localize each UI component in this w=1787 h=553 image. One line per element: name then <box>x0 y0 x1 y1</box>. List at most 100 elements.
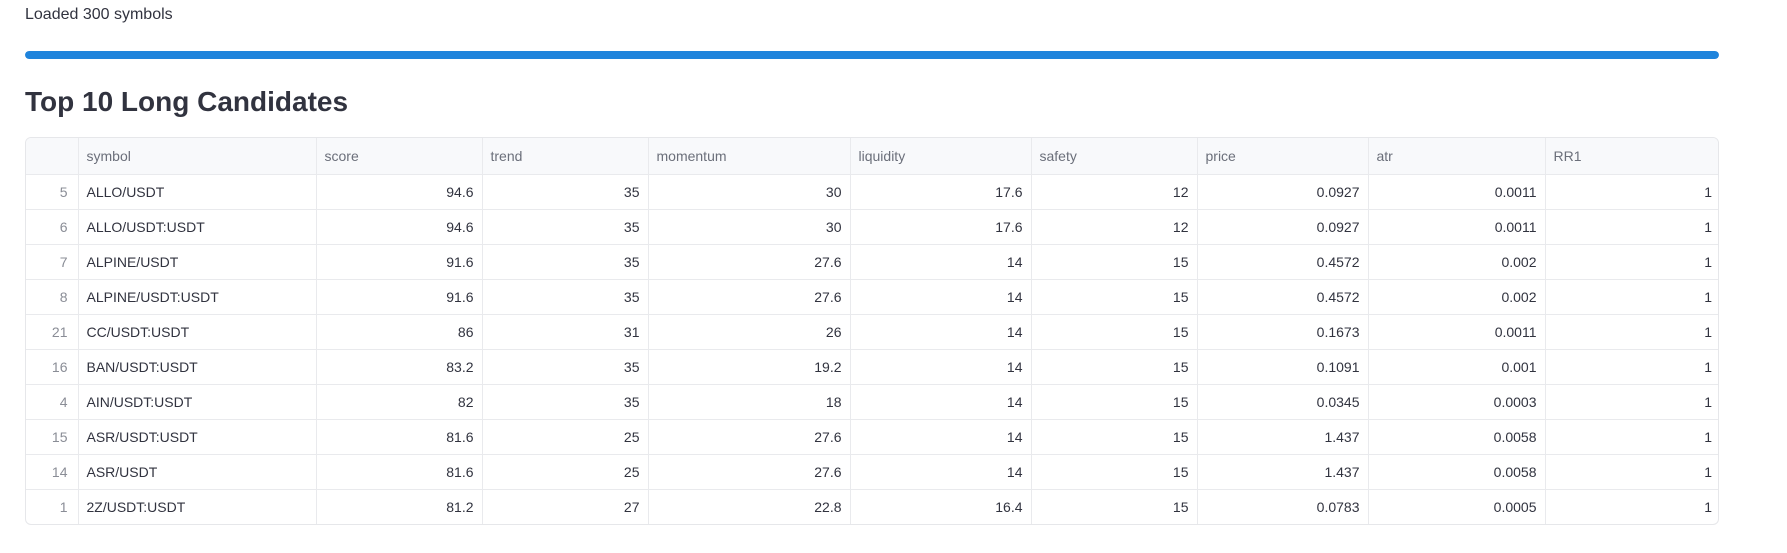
cell-symbol[interactable]: ALLO/USDT:USDT <box>78 209 317 245</box>
cell-momentum[interactable]: 22.8 <box>648 489 851 524</box>
cell-trend[interactable]: 35 <box>482 279 649 315</box>
cell-momentum[interactable]: 18 <box>648 384 851 420</box>
cell-liquidity[interactable]: 14 <box>850 384 1032 420</box>
cell-safety[interactable]: 15 <box>1031 279 1198 315</box>
table-row[interactable]: 5 ALLO/USDT 94.6 35 30 17.6 12 0.0927 0.0011 1 <box>26 174 1718 210</box>
cell-score[interactable]: 81.6 <box>316 454 483 490</box>
column-header-price[interactable]: price <box>1197 138 1369 175</box>
column-header-liquidity[interactable]: liquidity <box>850 138 1032 175</box>
cell-momentum[interactable]: 27.6 <box>648 279 851 315</box>
table-row[interactable]: 21 CC/USDT:USDT 86 31 26 14 15 0.1673 0.0011 1 <box>26 314 1718 350</box>
cell-atr[interactable]: 0.0058 <box>1368 454 1546 490</box>
cell-price[interactable]: 0.0345 <box>1197 384 1369 420</box>
cell-symbol[interactable]: ALPINE/USDT <box>78 244 317 280</box>
cell-momentum[interactable]: 26 <box>648 314 851 350</box>
cell-liquidity[interactable]: 17.6 <box>850 209 1032 245</box>
cell-liquidity[interactable]: 14 <box>850 419 1032 455</box>
cell-index[interactable]: 6 <box>26 209 79 245</box>
cell-price[interactable]: 0.0927 <box>1197 209 1369 245</box>
cell-trend[interactable]: 31 <box>482 314 649 350</box>
cell-trend[interactable]: 35 <box>482 244 649 280</box>
cell-momentum[interactable]: 27.6 <box>648 419 851 455</box>
cell-price[interactable]: 0.0927 <box>1197 174 1369 210</box>
cell-score[interactable]: 94.6 <box>316 174 483 210</box>
cell-rr1[interactable]: 1 <box>1545 174 1718 210</box>
cell-trend[interactable]: 25 <box>482 454 649 490</box>
cell-score[interactable]: 82 <box>316 384 483 420</box>
cell-liquidity[interactable]: 14 <box>850 279 1032 315</box>
cell-index[interactable]: 4 <box>26 384 79 420</box>
cell-symbol[interactable]: CC/USDT:USDT <box>78 314 317 350</box>
cell-safety[interactable]: 15 <box>1031 349 1198 385</box>
cell-trend[interactable]: 25 <box>482 419 649 455</box>
table-row[interactable]: 7 ALPINE/USDT 91.6 35 27.6 14 15 0.4572 0.002 1 <box>26 244 1718 280</box>
table-row[interactable]: 1 2Z/USDT:USDT 81.2 27 22.8 16.4 15 0.0783 0.000… <box>26 489 1718 524</box>
column-header-symbol[interactable]: symbol <box>78 138 317 175</box>
cell-rr1[interactable]: 1 <box>1545 349 1718 385</box>
cell-symbol[interactable]: AIN/USDT:USDT <box>78 384 317 420</box>
cell-safety[interactable]: 15 <box>1031 384 1198 420</box>
cell-price[interactable]: 0.1673 <box>1197 314 1369 350</box>
table-row[interactable]: 4 AIN/USDT:USDT 82 35 18 14 15 0.0345 0.0003 1 <box>26 384 1718 420</box>
cell-safety[interactable]: 15 <box>1031 314 1198 350</box>
cell-trend[interactable]: 27 <box>482 489 649 524</box>
cell-liquidity[interactable]: 14 <box>850 244 1032 280</box>
table-row[interactable]: 16 BAN/USDT:USDT 83.2 35 19.2 14 15 0.1091 0.001… <box>26 349 1718 385</box>
table-row[interactable]: 6 ALLO/USDT:USDT 94.6 35 30 17.6 12 0.0927 0.001… <box>26 209 1718 245</box>
cell-score[interactable]: 94.6 <box>316 209 483 245</box>
cell-atr[interactable]: 0.0011 <box>1368 209 1546 245</box>
cell-index[interactable]: 16 <box>26 349 79 385</box>
column-header-rr1[interactable]: RR1 <box>1545 138 1718 175</box>
cell-safety[interactable]: 12 <box>1031 174 1198 210</box>
cell-symbol[interactable]: ALPINE/USDT:USDT <box>78 279 317 315</box>
cell-atr[interactable]: 0.0003 <box>1368 384 1546 420</box>
cell-rr1[interactable]: 1 <box>1545 314 1718 350</box>
cell-index[interactable]: 8 <box>26 279 79 315</box>
cell-score[interactable]: 81.2 <box>316 489 483 524</box>
cell-index[interactable]: 14 <box>26 454 79 490</box>
cell-index[interactable]: 1 <box>26 489 79 524</box>
cell-rr1[interactable]: 1 <box>1545 209 1718 245</box>
cell-trend[interactable]: 35 <box>482 174 649 210</box>
cell-liquidity[interactable]: 17.6 <box>850 174 1032 210</box>
cell-index[interactable]: 5 <box>26 174 79 210</box>
cell-liquidity[interactable]: 14 <box>850 349 1032 385</box>
table-row[interactable]: 8 ALPINE/USDT:USDT 91.6 35 27.6 14 15 0.4572 0.0… <box>26 279 1718 315</box>
cell-price[interactable]: 1.437 <box>1197 454 1369 490</box>
cell-score[interactable]: 83.2 <box>316 349 483 385</box>
cell-atr[interactable]: 0.0011 <box>1368 174 1546 210</box>
cell-safety[interactable]: 15 <box>1031 419 1198 455</box>
cell-safety[interactable]: 15 <box>1031 244 1198 280</box>
cell-score[interactable]: 81.6 <box>316 419 483 455</box>
cell-symbol[interactable]: ALLO/USDT <box>78 174 317 210</box>
cell-momentum[interactable]: 27.6 <box>648 244 851 280</box>
cell-index[interactable]: 7 <box>26 244 79 280</box>
cell-index[interactable]: 15 <box>26 419 79 455</box>
cell-momentum[interactable]: 30 <box>648 209 851 245</box>
column-header-safety[interactable]: safety <box>1031 138 1198 175</box>
cell-score[interactable]: 91.6 <box>316 279 483 315</box>
cell-trend[interactable]: 35 <box>482 209 649 245</box>
cell-rr1[interactable]: 1 <box>1545 454 1718 490</box>
cell-momentum[interactable]: 27.6 <box>648 454 851 490</box>
column-header-momentum[interactable]: momentum <box>648 138 851 175</box>
cell-price[interactable]: 1.437 <box>1197 419 1369 455</box>
table-row[interactable]: 14 ASR/USDT 81.6 25 27.6 14 15 1.437 0.0058 1 <box>26 454 1718 490</box>
cell-symbol[interactable]: 2Z/USDT:USDT <box>78 489 317 524</box>
cell-symbol[interactable]: BAN/USDT:USDT <box>78 349 317 385</box>
cell-rr1[interactable]: 1 <box>1545 279 1718 315</box>
cell-atr[interactable]: 0.0058 <box>1368 419 1546 455</box>
cell-atr[interactable]: 0.002 <box>1368 244 1546 280</box>
cell-liquidity[interactable]: 16.4 <box>850 489 1032 524</box>
cell-score[interactable]: 91.6 <box>316 244 483 280</box>
cell-liquidity[interactable]: 14 <box>850 314 1032 350</box>
column-header-trend[interactable]: trend <box>482 138 649 175</box>
cell-momentum[interactable]: 30 <box>648 174 851 210</box>
cell-symbol[interactable]: ASR/USDT:USDT <box>78 419 317 455</box>
cell-atr[interactable]: 0.0005 <box>1368 489 1546 524</box>
cell-rr1[interactable]: 1 <box>1545 419 1718 455</box>
cell-atr[interactable]: 0.0011 <box>1368 314 1546 350</box>
cell-atr[interactable]: 0.001 <box>1368 349 1546 385</box>
cell-symbol[interactable]: ASR/USDT <box>78 454 317 490</box>
cell-price[interactable]: 0.0783 <box>1197 489 1369 524</box>
